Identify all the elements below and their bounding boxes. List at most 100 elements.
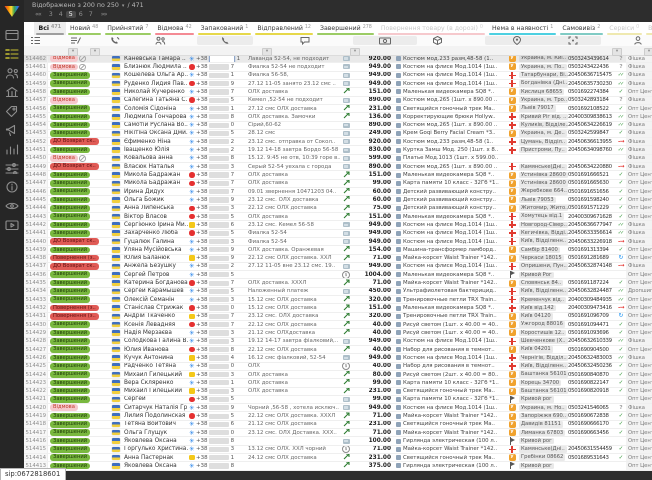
- column-edit-icon[interactable]: [69, 36, 81, 45]
- table-row[interactable]: 514442ЗавершенийСергіюнко Ірина Ми..+386…: [24, 221, 652, 229]
- table-row[interactable]: 514449ДО Возврат ск..Власюк Наталья✳+383…: [24, 163, 652, 171]
- dashboard-icon[interactable]: [5, 28, 20, 41]
- table-row[interactable]: 514461ВідмоваБлизнюк Людмила ..+387Фиалк…: [24, 63, 652, 71]
- filter-dropdown[interactable]: ▾: [644, 48, 652, 56]
- video-icon[interactable]: [5, 218, 20, 231]
- table-row[interactable]: 514433ЗавершенийОлексій Семанін✳+38315.1…: [24, 296, 652, 304]
- purchases-icon[interactable]: [5, 104, 20, 117]
- column-product-icon[interactable]: [431, 36, 443, 45]
- column-address-icon[interactable]: [511, 36, 523, 45]
- tab-1[interactable]: Всі471: [34, 22, 66, 35]
- table-row[interactable]: 514457ВідмоваСалегина Татьяна С..+385Кем…: [24, 97, 652, 105]
- column-tracking-icon[interactable]: [567, 36, 579, 45]
- column-phone-icon[interactable]: [219, 36, 231, 45]
- page-button-4[interactable]: 4: [56, 11, 66, 18]
- tab-4[interactable]: Відмова42: [153, 22, 196, 35]
- table-row[interactable]: 514462ВідмоваКаневська Тамара ..✳+381Лав…: [24, 55, 652, 63]
- table-row[interactable]: 514432Повернення (з..Станіслав Стрижак+3…: [24, 304, 652, 312]
- table-row[interactable]: 514423ЗавершенийВера Скляренко✳+381ОЛХ д…: [24, 379, 652, 387]
- store-icon[interactable]: [5, 85, 20, 98]
- table-row[interactable]: 514438Повернення (з..Юлия Баланюк+38922.…: [24, 255, 652, 263]
- table-row[interactable]: 514420ВідмоваСитарчук Наталія Гр..✳+389Ч…: [24, 404, 652, 412]
- tab-3[interactable]: Прийнятий7: [103, 22, 153, 35]
- table-row[interactable]: 514415ЗавершенийГоргулько Христина..✳+38…: [24, 446, 652, 454]
- table-row[interactable]: 514422ЗавершенийМихаил Гилецький+383ОЛХ …: [24, 388, 652, 396]
- tab-9[interactable]: Нема в наявності1: [487, 22, 557, 35]
- table-row[interactable]: 514414ЗавершенийАнна Пастернак+38124.12 …: [24, 454, 652, 462]
- table-row[interactable]: 514440ДО Возврат ск..Гуцалюк Галина✳+383…: [24, 238, 652, 246]
- filter-dropdown[interactable]: ▾: [68, 48, 78, 56]
- filter-dropdown[interactable]: ▾: [262, 48, 272, 56]
- column-manager-icon[interactable]: [632, 36, 644, 45]
- filter-dropdown[interactable]: ▾: [90, 48, 100, 56]
- table-row[interactable]: 514417ЗавершенийОльга Глущук✳+38023.12 с…: [24, 429, 652, 437]
- table-row[interactable]: 514458ЗавершенийНиколай Кучеренко✳+387ОЛ…: [24, 88, 652, 96]
- table-row[interactable]: 514426ЗавершенийКучук Антонина+38416.12 …: [24, 354, 652, 362]
- table-row[interactable]: 514421ЗавершенийСергей+38599.00Карта пам…: [24, 396, 652, 404]
- page-button-5[interactable]: 5: [66, 11, 76, 18]
- table-row[interactable]: 514447ЗавершенийМикола Бадражан+387ОЛХ д…: [24, 180, 652, 188]
- first-page-button[interactable]: ««: [32, 11, 44, 18]
- orders-icon[interactable]: [5, 47, 20, 60]
- tab-10[interactable]: Самовивіз2: [558, 22, 605, 35]
- table-row[interactable]: 514460ЗавершенийКошелева Ольга Ар..✳+381…: [24, 72, 652, 80]
- settings-icon[interactable]: [5, 161, 20, 174]
- table-row[interactable]: 514425ЗавершенийРадченко Тетяна✳+380ОЛХ$…: [24, 363, 652, 371]
- table-row[interactable]: 514454ЗавершенийСамотій Руслана Во..✳+38…: [24, 122, 652, 130]
- table-row[interactable]: 514446ЗавершенийИрина Дидух✳+38709.01 зв…: [24, 188, 652, 196]
- page-button-3[interactable]: 3: [46, 11, 56, 18]
- table-row[interactable]: 514430ЗавершенийКсенія Левадняя+38722.12…: [24, 321, 652, 329]
- tab-2[interactable]: Новий48: [66, 22, 103, 35]
- table-row[interactable]: 514434ЗавершенийСергей Карамышев✳+385Нал…: [24, 288, 652, 296]
- app-logo[interactable]: [0, 0, 24, 22]
- table-row[interactable]: 514448ЗавершенийМикола Бадражан+387ОЛХ д…: [24, 171, 652, 179]
- customers-icon[interactable]: [5, 66, 20, 79]
- tab-11[interactable]: Сервіси0: [605, 22, 644, 35]
- table-row[interactable]: 514450ВідмоваКовальова анна✳+38815.12. 9…: [24, 155, 652, 163]
- table-row[interactable]: 514431Повернення (з..Андрій Ткаченко+387…: [24, 313, 652, 321]
- per-page-dropdown-icon[interactable]: ▾: [121, 3, 126, 9]
- tab-12[interactable]: В дорозі додому0: [644, 22, 652, 35]
- column-orders-icon[interactable]: [29, 36, 41, 45]
- table-row[interactable]: 514443ЗавершенийВіктор Власов+385ОЛХ дос…: [24, 213, 652, 221]
- table-row[interactable]: 514441ЗавершенийЗахарченко Люба+385Фиалк…: [24, 230, 652, 238]
- table-row[interactable]: 514429ЗавершенийНадія Мерзаєва✳+38321.12…: [24, 329, 652, 337]
- table-row[interactable]: 514428ЗавершенийСолодкова Галина В..✳+38…: [24, 338, 652, 346]
- page-button-7[interactable]: 7: [86, 11, 96, 18]
- table-row[interactable]: 514437ДО Возврат ск..Анжела Безушку✳+382…: [24, 263, 652, 271]
- filter-dropdown[interactable]: ▾: [612, 48, 622, 56]
- table-row[interactable]: 514453ЗавершенийНікітіна Оксана Дми..✳+3…: [24, 130, 652, 138]
- column-call-icon[interactable]: [109, 36, 121, 45]
- tab-8[interactable]: Повернення товару (в дорозі)0: [376, 22, 487, 35]
- tab-5[interactable]: Запакований1: [196, 22, 253, 35]
- last-page-button[interactable]: »»: [98, 11, 110, 18]
- table-row[interactable]: 514427ЗавершенийЮлия Иванова+38822.12 см…: [24, 346, 652, 354]
- phone-edit-input[interactable]: [209, 55, 235, 62]
- table-row[interactable]: 514456ЗавершенийСоломія Сідоніна✳+38127.…: [24, 105, 652, 113]
- column-comment-icon[interactable]: [299, 36, 311, 45]
- tab-7[interactable]: Завершений278: [315, 22, 376, 35]
- info-icon[interactable]: [5, 180, 20, 193]
- table-row[interactable]: 514424ЗавершенийМихаил Гилецький+383ОЛХ …: [24, 371, 652, 379]
- table-row[interactable]: 514418ЗавершенийТетяна Войтович✳+38621.1…: [24, 421, 652, 429]
- stats-icon[interactable]: [5, 142, 20, 155]
- column-customers-icon[interactable]: [154, 36, 166, 45]
- marketing-icon[interactable]: [5, 123, 20, 136]
- filter-dropdown[interactable]: ▾: [350, 48, 360, 56]
- table-row[interactable]: 514451ЗавершенийІващенко Юлія✳+38219.12 …: [24, 146, 652, 154]
- table-row[interactable]: 514436ЗавершенийСергей Петров✳+385$1004.…: [24, 271, 652, 279]
- table-row[interactable]: 514435ЗавершенийКатерина Богданова+387ОЛ…: [24, 279, 652, 287]
- monitoring-icon[interactable]: [5, 199, 20, 212]
- tab-6[interactable]: Відправлений12: [253, 22, 316, 35]
- table-row[interactable]: 514455ЗавершенийЛюдмила Гончарова✳+388ОЛ…: [24, 113, 652, 121]
- table-row[interactable]: 514439ЗавершенийУляна Мусійовська✳+389ОЛ…: [24, 246, 652, 254]
- table-row[interactable]: 514413ЗавершенийЯковлева Оксана✳+388375.…: [24, 462, 652, 470]
- table-row[interactable]: 514444ЗавершенийАнна Липенська+38322.12 …: [24, 205, 652, 213]
- table-row[interactable]: 514459ЗавершенийРуденко Лидия Пав..+3892…: [24, 80, 652, 88]
- table-row[interactable]: 514419ЗавершенийЛилия Подолинская+38522.…: [24, 412, 652, 420]
- page-button-6[interactable]: 6: [76, 11, 86, 18]
- table-row[interactable]: 514416ЗавершенийЯковлева Оксана✳+388100.…: [24, 437, 652, 445]
- table-row[interactable]: 514445ЗавершенийОльга Божик✳+38923.12 см…: [24, 196, 652, 204]
- column-payment-icon[interactable]: [379, 36, 391, 45]
- table-row[interactable]: 514452ДО Возврат ск..Єфименко Ніна✳+3822…: [24, 138, 652, 146]
